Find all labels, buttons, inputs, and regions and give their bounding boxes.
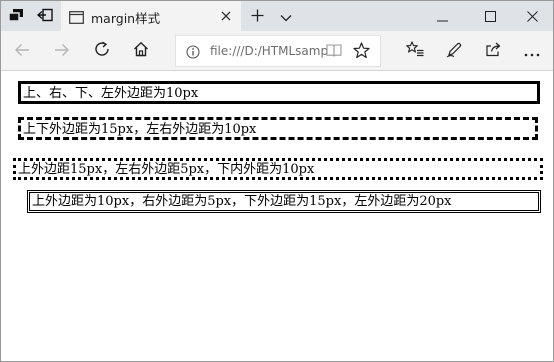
- notes-pen-icon: [446, 41, 463, 62]
- info-icon[interactable]: [186, 44, 200, 63]
- double-border-box: 上外边距为10px，右外边距为5px，下外边距为15px，左外边距为20px: [27, 190, 541, 213]
- tab-back-button[interactable]: [32, 1, 58, 31]
- reading-view-icon[interactable]: [326, 43, 342, 62]
- favorites-button[interactable]: [400, 36, 430, 66]
- tab-list-chevron-icon: [280, 7, 292, 26]
- address-text[interactable]: file:///D:/HTMLsampl: [210, 44, 328, 58]
- back-arrow-icon: [14, 42, 30, 61]
- refresh-button[interactable]: [87, 36, 117, 66]
- solid-border-box: 上、右、下、左外边距为10px: [18, 81, 540, 104]
- forward-arrow-icon: [54, 42, 70, 61]
- more-button[interactable]: [517, 36, 547, 66]
- tab-title: margin样式: [91, 11, 161, 26]
- window-close-button[interactable]: [509, 1, 553, 31]
- close-icon: [221, 11, 231, 21]
- dashed-border-box: 上下外边距为15px，左右外边距为10px: [18, 117, 538, 140]
- tab-list-button[interactable]: [273, 1, 299, 31]
- new-tab-button[interactable]: [243, 1, 271, 31]
- maximize-icon: [484, 7, 496, 26]
- new-tab-plus-icon: [251, 7, 264, 26]
- favorite-star-icon[interactable]: [353, 42, 370, 63]
- page-content: 上、右、下、左外边距为10px 上下外边距为15px，左右外边距为10px 上外…: [1, 72, 553, 361]
- address-bar[interactable]: file:///D:/HTMLsampl: [175, 35, 381, 67]
- home-icon: [133, 41, 149, 61]
- browser-window: margin样式 file:///D:/HTMLsampl 上、右、下、左外边距…: [0, 0, 554, 362]
- favorites-list-icon: [406, 41, 424, 61]
- active-tab[interactable]: margin样式: [61, 1, 241, 31]
- more-dots-icon: [524, 42, 540, 61]
- page-icon: [69, 9, 84, 28]
- share-button[interactable]: [478, 36, 508, 66]
- minimize-button[interactable]: [419, 1, 465, 31]
- navigation-bar: file:///D:/HTMLsampl: [1, 31, 553, 71]
- forward-button[interactable]: [47, 36, 77, 66]
- window-close-icon: [526, 7, 538, 26]
- share-icon: [485, 41, 502, 61]
- notes-button[interactable]: [439, 36, 469, 66]
- tab-back-icon: [36, 7, 53, 26]
- title-bar: margin样式: [1, 1, 553, 31]
- home-button[interactable]: [126, 36, 156, 66]
- dotted-border-box: 上外边距15px，左右外边距5px，下内外距为10px: [13, 158, 543, 180]
- maximize-button[interactable]: [467, 1, 513, 31]
- refresh-icon: [94, 41, 110, 61]
- back-button[interactable]: [7, 36, 37, 66]
- tab-close-button[interactable]: [217, 7, 235, 25]
- minimize-icon: [436, 7, 448, 26]
- tab-preview-icon: [8, 7, 24, 26]
- tab-preview-button[interactable]: [3, 1, 29, 31]
